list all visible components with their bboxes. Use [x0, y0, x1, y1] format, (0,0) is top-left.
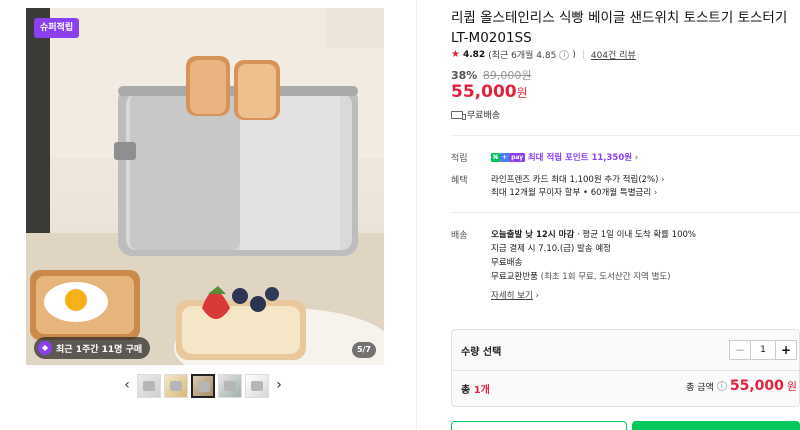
- review-count-link[interactable]: 404건 리뷰: [591, 48, 636, 61]
- truck-icon: [451, 110, 466, 120]
- section-divider: [451, 212, 800, 213]
- quantity-stepper: − 1 +: [729, 340, 797, 360]
- info-icon[interactable]: i: [559, 49, 570, 60]
- rating-separator: |: [581, 49, 585, 60]
- delivery-return-main: 무료교환반품: [491, 272, 538, 282]
- thumbnail-2[interactable]: [164, 374, 188, 398]
- shipping-badge: 무료배송: [451, 108, 500, 121]
- points-value[interactable]: N + pay 최대 적립 포인트 11,350원 ›: [491, 151, 638, 163]
- total-count-prefix: 총: [461, 385, 474, 396]
- delivery-cutoff-detail: · 평균 1일 이내 도착 확률 100%: [576, 230, 696, 240]
- toaster-photo: [26, 8, 384, 365]
- quantity-value[interactable]: 1: [750, 341, 776, 359]
- thumbnail-1[interactable]: [137, 374, 161, 398]
- rating-recent-close: ): [572, 49, 576, 60]
- chevron-left-icon[interactable]: ‹: [120, 374, 134, 398]
- section-divider: [451, 135, 800, 136]
- benefit-card-text: 라인프렌즈 카드 최대 1,100원 추가 적립(2%): [491, 175, 659, 185]
- benefits-label: 혜택: [451, 176, 468, 186]
- benefit-installment-text: 최대 12개월 무이자 할부 • 60개월 특별금리: [491, 188, 652, 198]
- info-icon[interactable]: i: [716, 381, 727, 391]
- delivery-return: 무료교환반품 (최초 1회 무료, 도서산간 지역 별도): [491, 270, 671, 282]
- delivery-more-link[interactable]: 자세히 보기: [491, 291, 533, 301]
- buy-button[interactable]: [632, 421, 800, 430]
- delivery-more[interactable]: 자세히 보기 ›: [491, 289, 539, 301]
- chevron-right-icon: ›: [661, 175, 665, 185]
- total-amount-label: 총 금액: [686, 382, 714, 393]
- cart-button[interactable]: [451, 421, 627, 430]
- super-points-badge: 슈퍼적립: [34, 18, 80, 38]
- points-text: 최대 적립 포인트 11,350원: [527, 153, 633, 163]
- discount-row: 38% 89,000원: [451, 67, 531, 83]
- thumbnail-4[interactable]: [218, 374, 242, 398]
- benefit-card-link[interactable]: 라인프렌즈 카드 최대 1,100원 추가 적립(2%) ›: [491, 173, 665, 185]
- rating-score: 4.82: [462, 49, 486, 60]
- benefit-installment-link[interactable]: 최대 12개월 무이자 할부 • 60개월 특별금리 ›: [491, 186, 657, 198]
- sale-price-value: 55,000: [451, 82, 517, 102]
- total-price-unit: 원: [786, 380, 797, 393]
- quantity-label: 수량 선택: [461, 347, 502, 358]
- image-page-counter: 5/7: [351, 342, 376, 358]
- thumbnail-strip: ‹ ›: [120, 374, 286, 398]
- total-price-value: 55,000: [729, 378, 784, 394]
- chevron-right-icon: ›: [653, 188, 658, 198]
- bag-icon: ◆: [38, 341, 52, 355]
- naver-pay-icon: pay: [509, 153, 526, 162]
- points-label: 적립: [451, 154, 468, 164]
- delivery-schedule: 지금 결제 시 7.10.(금) 발송 예정: [491, 244, 611, 254]
- sale-price-unit: 원: [516, 86, 528, 100]
- recent-purchase-text: 최근 1주간 11명 구매: [56, 344, 143, 355]
- order-summary-box: 수량 선택 − 1 + 총 1개 총 금액 i 55,000 원: [451, 329, 800, 407]
- total-amount: 총 금액 i 55,000 원: [686, 378, 797, 394]
- chevron-right-icon: ›: [535, 291, 539, 301]
- chevron-right-icon[interactable]: ›: [272, 374, 286, 398]
- chevron-right-icon: ›: [634, 153, 639, 163]
- recent-purchase-badge: ◆ 최근 1주간 11명 구매: [34, 337, 151, 359]
- discount-rate: 38%: [451, 69, 478, 82]
- total-count: 총 1개: [461, 381, 490, 396]
- product-main-image[interactable]: 슈퍼적립 ◆ 최근 1주간 11명 구매 5/7: [26, 8, 384, 365]
- total-count-number: 1개: [473, 385, 490, 396]
- shipping-text: 무료배송: [467, 111, 501, 121]
- order-divider: [452, 370, 799, 371]
- naver-plus-icon: +: [500, 153, 510, 162]
- delivery-free: 무료배송: [491, 258, 523, 268]
- quantity-decrease-button[interactable]: −: [730, 341, 750, 359]
- star-icon: ★: [451, 49, 460, 60]
- rating-recent: (최근 6개월 4.85: [488, 51, 557, 61]
- thumbnail-3[interactable]: [191, 374, 215, 398]
- original-price: 89,000원: [482, 69, 532, 82]
- delivery-cutoff-text: 오늘출발 낮 12시 마감: [491, 230, 575, 240]
- delivery-cutoff: 오늘출발 낮 12시 마감 · 평균 1일 이내 도착 확률 100%: [491, 228, 696, 240]
- quantity-increase-button[interactable]: +: [776, 341, 796, 359]
- product-title: 리큅 올스테인리스 식빵 베이글 샌드위치 토스트기 토스터기 LT-M0201…: [451, 10, 788, 46]
- thumbnail-5[interactable]: [245, 374, 269, 398]
- column-divider: [416, 0, 417, 430]
- delivery-label: 배송: [451, 231, 468, 241]
- naver-n-icon: N: [491, 153, 501, 162]
- rating-row: ★ 4.82 (최근 6개월 4.85 i ) | 404건 리뷰: [451, 48, 636, 61]
- delivery-return-sub: (최초 1회 무료, 도서산간 지역 별도): [540, 272, 671, 282]
- sale-price: 55,000원: [451, 82, 528, 102]
